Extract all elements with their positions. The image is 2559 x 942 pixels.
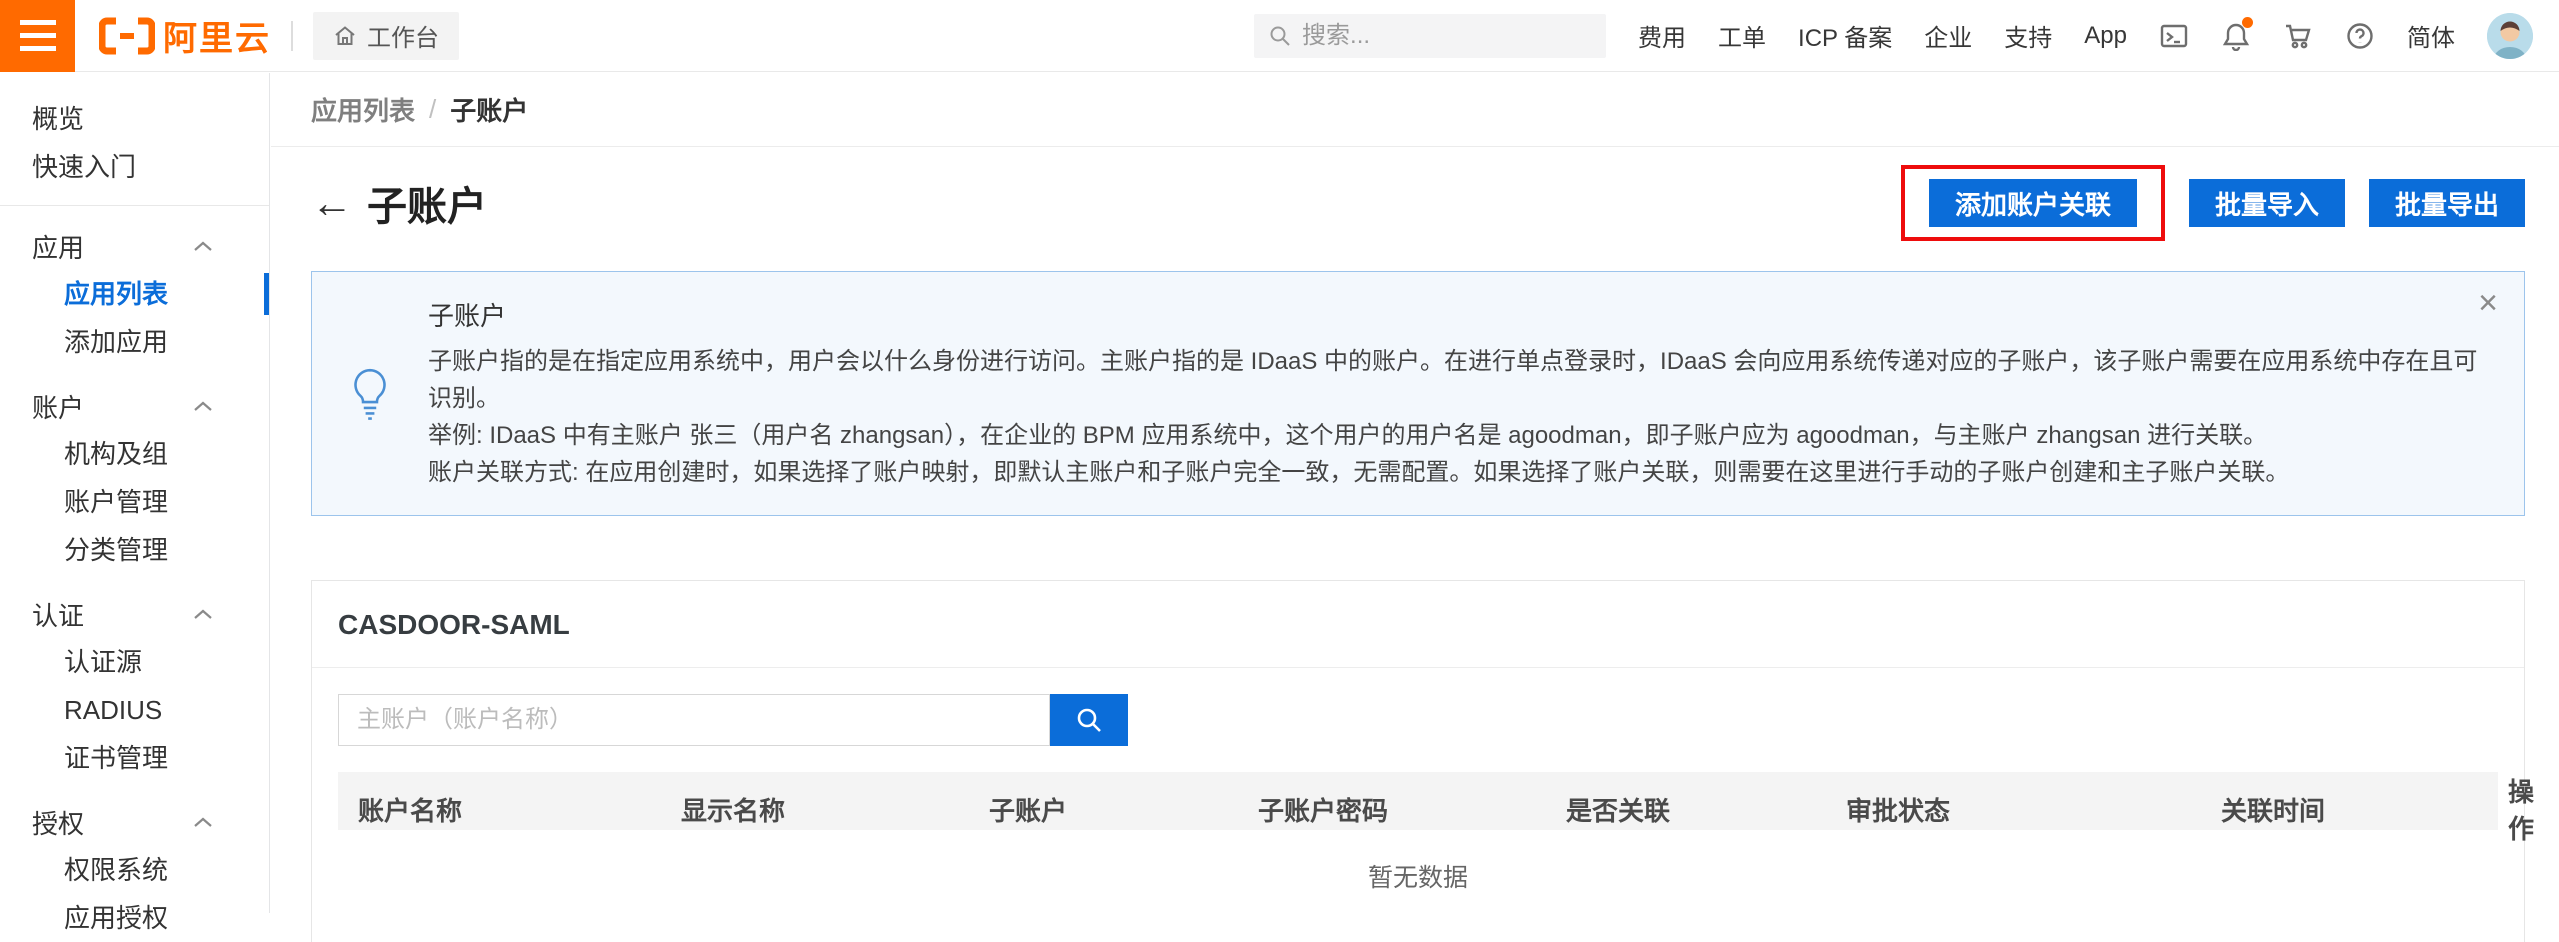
info-title: 子账户 [428,296,2494,333]
info-line: 账户关联方式: 在应用创建时，如果选择了账户映射，即默认主账户和子账户完全一致，… [428,454,2494,491]
header-divider [291,21,293,51]
sidebar-item-auth-source[interactable]: 认证源 [0,638,269,686]
global-search[interactable] [1254,14,1606,58]
batch-export-button[interactable]: 批量导出 [2369,179,2525,227]
chevron-up-icon [193,816,213,829]
info-text: 子账户 子账户指的是在指定应用系统中，用户会以什么身份进行访问。主账户指的是 I… [428,296,2494,491]
search-icon [1268,24,1292,48]
table-header-row: 账户名称 显示名称 子账户 子账户密码 是否关联 审批状态 关联时间 操作 [338,772,2498,830]
workbench-button[interactable]: 工作台 [313,12,459,60]
sidebar-group-authorization[interactable]: 授权 [0,798,269,846]
accounts-table: 账户名称 显示名称 子账户 子账户密码 是否关联 审批状态 关联时间 操作 暂无… [338,772,2498,904]
sidebar-item-app-authorization[interactable]: 应用授权 [0,894,269,942]
header-right: 费用 工单 ICP 备案 企业 支持 App 简体 [1254,13,2559,59]
col-sub-account-password: 子账户密码 [1168,791,1478,828]
user-avatar[interactable] [2487,13,2533,59]
sidebar-group-label: 应用 [32,228,84,265]
col-approval-status: 审批状态 [1758,791,2038,828]
sidebar-group-account[interactable]: 账户 [0,382,269,430]
sidebar-group-label: 认证 [32,596,84,633]
notification-dot [2242,17,2253,28]
nav-tickets[interactable]: 工单 [1718,18,1766,53]
primary-account-search-input[interactable] [338,694,1050,746]
empty-state: 暂无数据 [338,830,2498,904]
page-title: 子账户 [367,174,487,232]
sidebar-item-category-mgmt[interactable]: 分类管理 [0,526,269,574]
pagination: 共 0 条 ‹ 1 › 跳至 页 [338,904,2498,942]
col-linked: 是否关联 [1478,791,1758,828]
home-icon [333,24,357,48]
sidebar-item-radius[interactable]: RADIUS [0,686,269,734]
bell-icon[interactable] [2221,21,2251,51]
sidebar-item-overview[interactable]: 概览 [0,95,269,143]
nav-billing[interactable]: 费用 [1638,18,1686,53]
hamburger-menu-button[interactable] [0,0,75,72]
col-link-time: 关联时间 [2038,791,2508,828]
nav-icp[interactable]: ICP 备案 [1798,18,1892,53]
breadcrumb-separator: / [429,94,436,125]
chevron-up-icon [193,240,213,253]
sidebar-item-add-app[interactable]: 添加应用 [0,318,269,366]
sidebar-item-cert-mgmt[interactable]: 证书管理 [0,734,269,782]
sidebar-item-permission-system[interactable]: 权限系统 [0,846,269,894]
breadcrumb-app-list[interactable]: 应用列表 [311,91,415,128]
sidebar-item-app-list[interactable]: 应用列表 [0,270,269,318]
info-line: 举例: IDaaS 中有主账户 张三（用户名 zhangsan），在企业的 BP… [428,417,2494,454]
col-actions: 操作 [2508,772,2534,846]
info-line: 子账户指的是在指定应用系统中，用户会以什么身份进行访问。主账户指的是 IDaaS… [428,343,2494,417]
batch-import-button[interactable]: 批量导入 [2189,179,2345,227]
back-arrow-button[interactable]: ← [311,182,353,224]
bulb-icon [312,366,428,422]
sidebar: 概览 快速入门 应用 应用列表 添加应用 账户 机构及组 账户管理 分类管理 认… [0,73,270,913]
chevron-up-icon [193,608,213,621]
breadcrumb-current: 子账户 [450,91,528,128]
col-account-name: 账户名称 [348,791,578,828]
col-display-name: 显示名称 [578,791,888,828]
nav-enterprise[interactable]: 企业 [1924,18,1972,53]
sidebar-item-org-groups[interactable]: 机构及组 [0,430,269,478]
chevron-up-icon [193,400,213,413]
add-account-link-button[interactable]: 添加账户关联 [1929,179,2137,227]
sidebar-item-quickstart[interactable]: 快速入门 [0,143,269,191]
sidebar-divider [0,205,269,206]
nav-support[interactable]: 支持 [2004,18,2052,53]
search-icon [1074,705,1104,735]
app-card: CASDOOR-SAML 账户名称 显示名称 [311,580,2525,942]
sidebar-group-authentication[interactable]: 认证 [0,590,269,638]
locale-switcher[interactable]: 简体 [2407,18,2455,53]
nav-app[interactable]: App [2084,22,2127,50]
info-box: 子账户 子账户指的是在指定应用系统中，用户会以什么身份进行访问。主账户指的是 I… [311,271,2525,516]
breadcrumb: 应用列表 / 子账户 [271,72,2559,147]
logo-text: 阿里云 [163,11,271,60]
workbench-label: 工作台 [367,18,439,53]
account-search-row [338,694,2498,746]
alibaba-cloud-logo: 阿里云 [99,11,271,60]
global-search-input[interactable] [1302,22,1592,50]
terminal-icon[interactable] [2159,21,2189,51]
search-button[interactable] [1050,694,1128,746]
card-body: 账户名称 显示名称 子账户 子账户密码 是否关联 审批状态 关联时间 操作 暂无… [312,668,2524,942]
sidebar-group-label: 账户 [32,388,84,425]
sidebar-group-application[interactable]: 应用 [0,222,269,270]
alibaba-cloud-logo-icon [99,17,155,55]
main-area: 应用列表 / 子账户 ← 子账户 添加账户关联 批量导入 批量导出 [271,72,2559,942]
top-header: 阿里云 工作台 费用 工单 ICP 备案 企业 支持 App [0,0,2559,72]
sidebar-group-label: 授权 [32,804,84,841]
annotation-highlight-box: 添加账户关联 [1901,165,2165,241]
cart-icon[interactable] [2283,21,2313,51]
title-row: ← 子账户 添加账户关联 批量导入 批量导出 [311,165,2525,241]
title-buttons: 添加账户关联 批量导入 批量导出 [1901,165,2525,241]
page-content: ← 子账户 添加账户关联 批量导入 批量导出 子账户 [271,165,2559,942]
close-icon[interactable]: × [2478,286,2498,320]
help-icon[interactable] [2345,21,2375,51]
sidebar-item-account-mgmt[interactable]: 账户管理 [0,478,269,526]
card-title: CASDOOR-SAML [312,581,2524,668]
col-sub-account: 子账户 [888,791,1168,828]
